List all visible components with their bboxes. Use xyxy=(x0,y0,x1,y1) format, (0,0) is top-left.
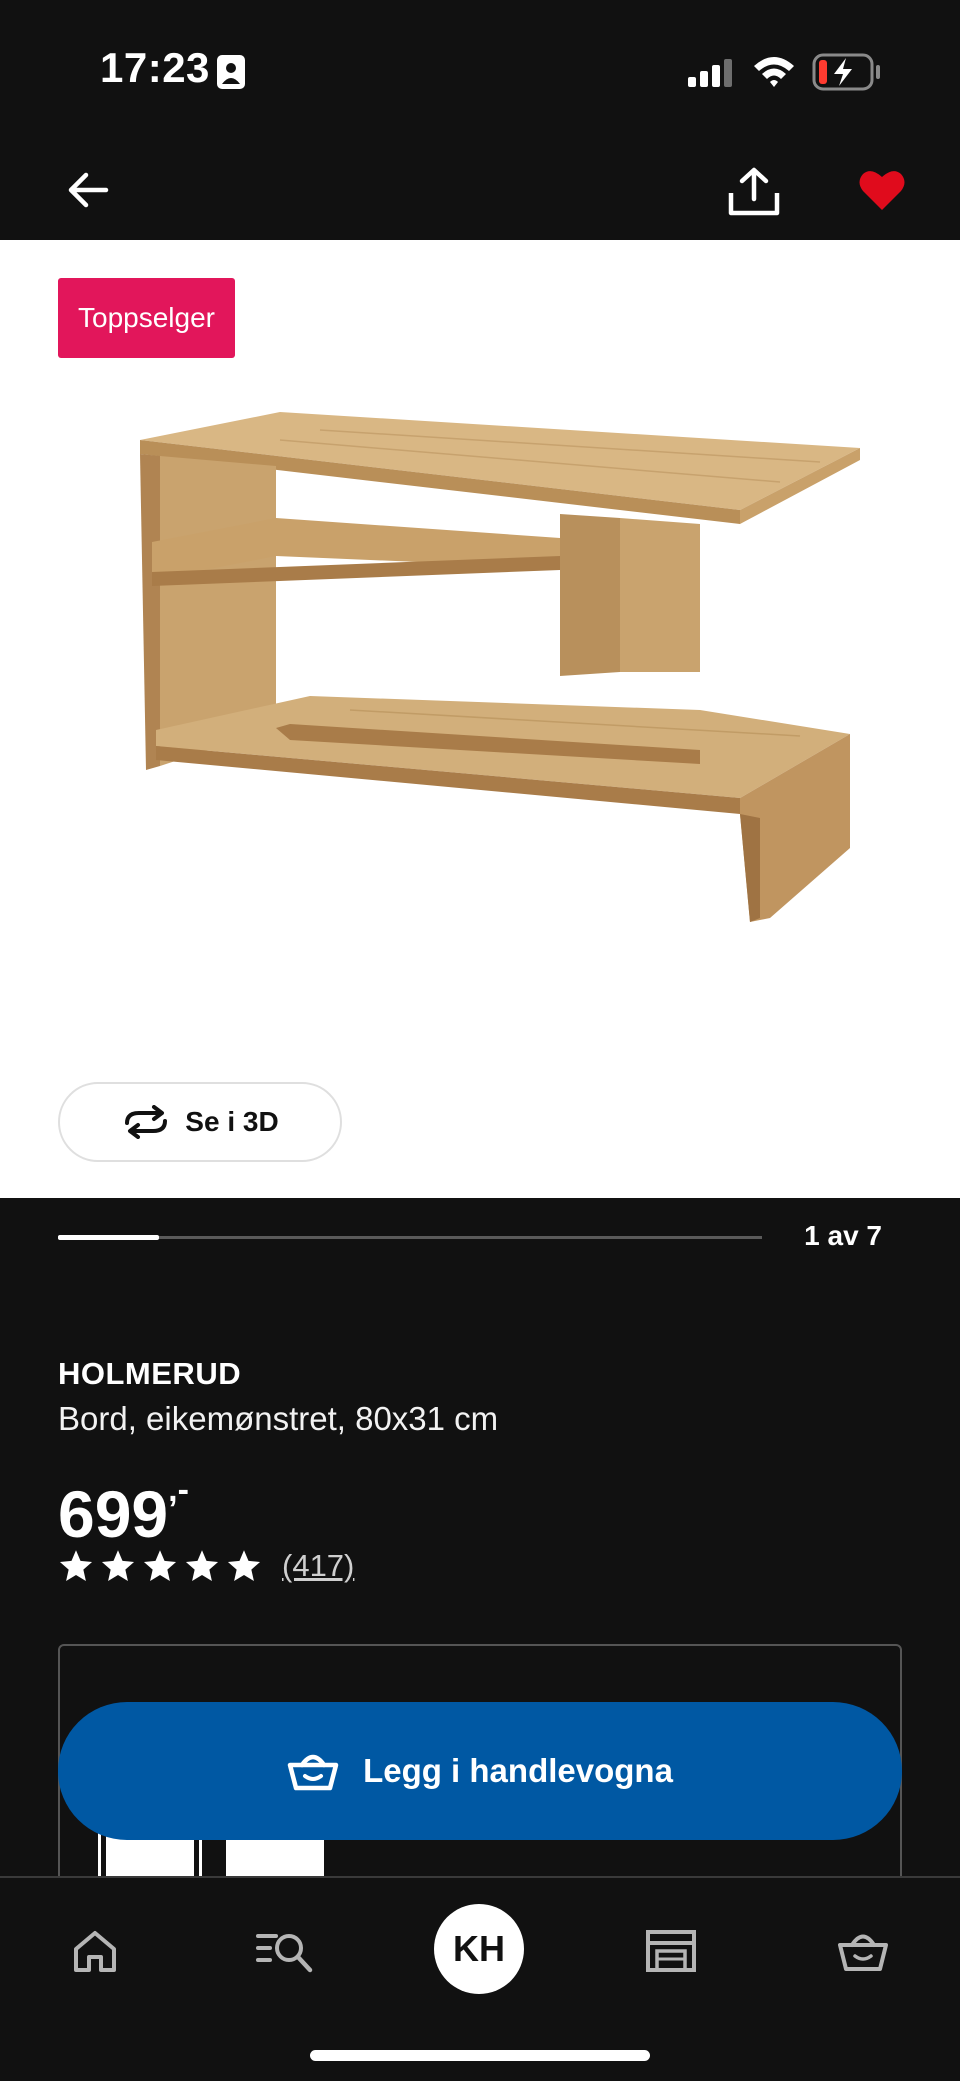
add-to-cart-button[interactable]: Legg i handlevogna xyxy=(58,1702,902,1840)
product-image-carousel[interactable]: Toppselger Se i 3D xyxy=(0,240,960,1198)
view-in-3d-button[interactable]: Se i 3D xyxy=(58,1082,342,1162)
star-icon xyxy=(185,1550,219,1581)
star-icon xyxy=(59,1550,93,1581)
search-list-icon xyxy=(256,1934,313,1973)
basket-icon xyxy=(838,1934,888,1971)
product-name: HOLMERUD xyxy=(58,1356,242,1391)
nav-home[interactable] xyxy=(60,1916,130,1986)
favorite-button[interactable] xyxy=(852,160,912,220)
nav-search[interactable] xyxy=(250,1916,320,1986)
rating-row[interactable]: (417) xyxy=(58,1546,354,1586)
cell-signal-icon xyxy=(688,59,732,87)
star-icon xyxy=(227,1550,261,1581)
image-progress-bar xyxy=(58,1235,762,1240)
back-arrow-icon xyxy=(68,172,109,208)
home-indicator xyxy=(310,2050,650,2061)
view-in-3d-label: Se i 3D xyxy=(185,1106,279,1137)
bottom-navigation: KH xyxy=(0,1876,960,2081)
top-navigation xyxy=(0,140,960,240)
top-seller-badge: Toppselger xyxy=(58,278,235,358)
battery-charging-icon xyxy=(812,53,880,91)
store-icon xyxy=(646,1930,696,1972)
home-icon xyxy=(74,1931,116,1972)
image-counter: 1 av 7 xyxy=(804,1220,882,1251)
review-count-link[interactable]: (417) xyxy=(282,1548,354,1584)
image-progress-fill xyxy=(58,1235,159,1240)
back-button[interactable] xyxy=(58,160,118,220)
status-bar: 17:23 xyxy=(0,0,960,140)
price-suffix: ,- xyxy=(168,1471,189,1509)
star-icon xyxy=(143,1550,177,1581)
contact-card-icon xyxy=(217,55,245,89)
cart-icon xyxy=(287,1754,339,1791)
product-screen: 17:23 Toppselger Se i 3D 1 av 7 HOLMERUD… xyxy=(0,0,960,2081)
nav-cart[interactable] xyxy=(828,1916,898,1986)
rotate-3d-icon xyxy=(125,1105,168,1139)
product-image xyxy=(140,412,860,922)
product-description: Bord, eikemønstret, 80x31 cm xyxy=(58,1400,499,1437)
heart-icon xyxy=(859,171,905,210)
share-button[interactable] xyxy=(722,160,786,224)
share-icon xyxy=(728,167,780,216)
product-price: 699,- xyxy=(58,1452,189,1552)
nav-stores[interactable] xyxy=(636,1916,706,1986)
wifi-icon xyxy=(754,57,794,87)
add-to-cart-label: Legg i handlevogna xyxy=(363,1752,673,1789)
nav-profile-avatar[interactable]: KH xyxy=(434,1904,524,1994)
status-time: 17:23 xyxy=(100,44,210,91)
price-value: 699 xyxy=(58,1477,169,1551)
star-icon xyxy=(101,1550,135,1581)
